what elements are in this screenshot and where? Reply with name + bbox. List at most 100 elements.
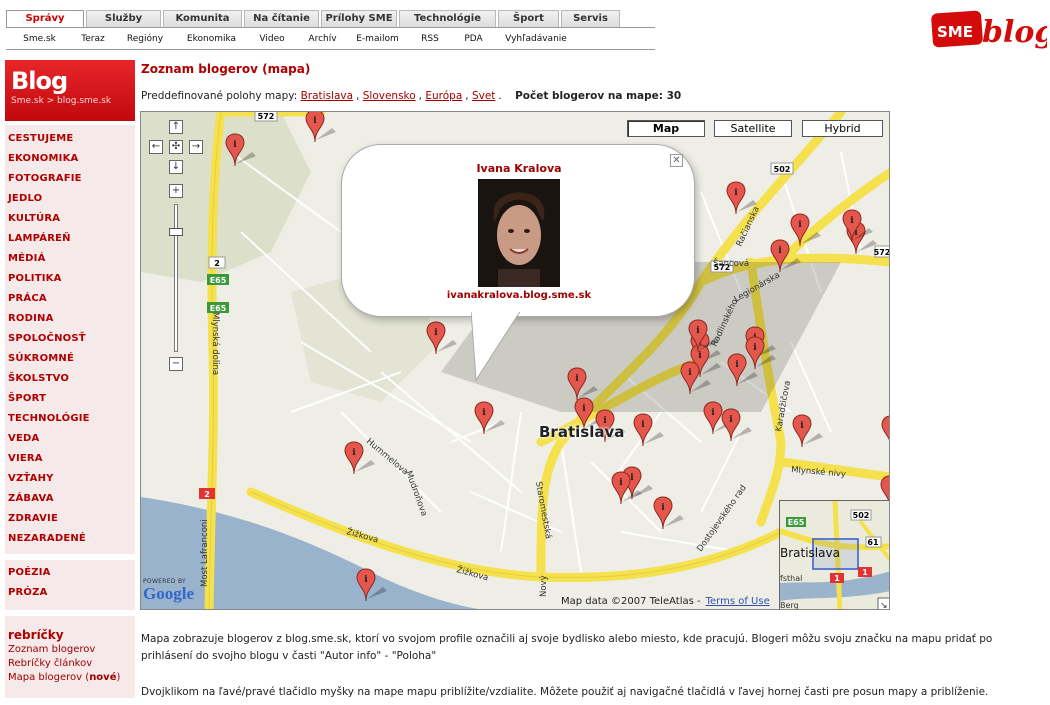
link-mapa-blogerov[interactable]: Mapa blogerov (nové): [8, 671, 132, 685]
blogger-photo: [478, 179, 560, 287]
category-spolocnost[interactable]: SPOLOČNOSŤ: [5, 329, 135, 349]
category-media[interactable]: MÉDIÁ: [5, 249, 135, 269]
category-poezia[interactable]: POÉZIA: [5, 563, 135, 583]
svg-text:i: i: [313, 116, 317, 126]
road-number-e65: E65: [210, 276, 227, 285]
tab-spravy[interactable]: Správy: [6, 10, 84, 27]
rebricky-heading: rebríčky: [8, 628, 64, 642]
category-sukromne[interactable]: SÚKROMNÉ: [5, 349, 135, 369]
link-zoznam-blogerov[interactable]: Zoznam blogerov: [8, 643, 132, 657]
pan-right-button[interactable]: →: [189, 140, 203, 154]
presets-label: Preddefinované polohy mapy:: [141, 90, 298, 102]
minimap-e65: E65: [788, 518, 805, 527]
svg-text:i: i: [711, 408, 715, 418]
subnav-sme[interactable]: Sme.sk: [6, 30, 73, 49]
preset-slovensko[interactable]: Slovensko: [363, 90, 416, 102]
zoom-slider[interactable]: [174, 204, 178, 352]
category-zdravie[interactable]: ZDRAVIE: [5, 509, 135, 529]
preset-bratislava[interactable]: Bratislava: [301, 90, 353, 102]
subnav-pda[interactable]: PDA: [452, 30, 495, 49]
svg-text:i: i: [661, 503, 665, 513]
category-praca[interactable]: PRÁCA: [5, 289, 135, 309]
minimap-berg: Berg: [780, 601, 799, 610]
zoom-in-button[interactable]: +: [169, 184, 183, 198]
svg-text:i: i: [630, 473, 634, 483]
zoom-slider-handle[interactable]: [169, 228, 183, 236]
subnav-vyhladavanie[interactable]: Vyhľadávanie: [495, 30, 577, 49]
tab-komunita[interactable]: Komunita: [163, 10, 242, 27]
top-tabs: Správy Služby Komunita Na čítanie Príloh…: [6, 10, 622, 27]
pan-center-button[interactable]: ✣: [169, 140, 183, 154]
subnav-ekonomika[interactable]: Ekonomika: [177, 30, 246, 49]
zoom-out-button[interactable]: −: [169, 357, 183, 371]
link-rebricky-clankov[interactable]: Rebríčky článkov: [8, 657, 132, 671]
svg-text:i: i: [729, 415, 733, 425]
info-window-tail: [471, 310, 523, 382]
street-most-lafranconi: Most Lafranconi: [200, 519, 210, 587]
category-sport[interactable]: ŠPORT: [5, 389, 135, 409]
tab-sport[interactable]: Šport: [498, 10, 559, 27]
road-number-2: 2: [214, 259, 220, 268]
sme-blog-logo[interactable]: SME blog: [930, 8, 1047, 58]
blog-title[interactable]: Blog: [11, 68, 129, 94]
category-proza[interactable]: PRÓZA: [5, 583, 135, 603]
tab-sluzby[interactable]: Služby: [86, 10, 161, 27]
category-vztahy[interactable]: VZŤAHY: [5, 469, 135, 489]
overview-minimap[interactable]: E65 502 61 1 1 Bratislava fsthal Berg ↘: [779, 500, 889, 610]
svg-text:i: i: [753, 343, 757, 353]
svg-text:i: i: [698, 351, 702, 361]
pan-down-button[interactable]: ↓: [169, 160, 183, 174]
page-title: Zoznam blogerov (mapa): [141, 62, 311, 76]
road-number-2-red: 2: [204, 490, 210, 499]
map-type-satellite-button[interactable]: Satellite: [714, 120, 792, 137]
tab-servis[interactable]: Servis: [561, 10, 620, 27]
preset-europa[interactable]: Európa: [425, 90, 462, 102]
category-skolstvo[interactable]: ŠKOLSTVO: [5, 369, 135, 389]
terms-of-use-link[interactable]: Terms of Use: [706, 596, 770, 607]
category-ekonomika[interactable]: EKONOMIKA: [5, 149, 135, 169]
svg-text:i: i: [482, 408, 486, 418]
subnav-emailom[interactable]: E-mailom: [347, 30, 408, 49]
map-type-hybrid-button[interactable]: Hybrid: [802, 120, 883, 137]
info-window-name: Ivana Kralova: [476, 162, 562, 175]
svg-text:i: i: [888, 482, 890, 492]
google-logo[interactable]: POWERED BY Google: [143, 578, 197, 608]
minimap-road-1b: 1: [862, 568, 868, 577]
tab-technologie[interactable]: Technológie: [399, 10, 496, 27]
category-cestujeme[interactable]: CESTUJEME: [5, 129, 135, 149]
map-type-map-button[interactable]: Map: [627, 120, 705, 137]
breadcrumb[interactable]: Sme.sk > blog.sme.sk: [11, 96, 129, 106]
category-kultura[interactable]: KULTÚRA: [5, 209, 135, 229]
map-instructions: Dvojklikom na ľavé/pravé tlačidlo myšky …: [141, 686, 989, 698]
subnav-video[interactable]: Video: [246, 30, 298, 49]
category-rodina[interactable]: RODINA: [5, 309, 135, 329]
category-lamparen[interactable]: LAMPÁREŇ: [5, 229, 135, 249]
svg-text:i: i: [364, 575, 368, 585]
category-technologie[interactable]: TECHNOLÓGIE: [5, 409, 135, 429]
blogger-map[interactable]: 572 502 572 572 2 E65 E65 2 Šancová Legi…: [140, 111, 890, 610]
minimap-fsthal: fsthal: [780, 574, 802, 583]
subnav-rss[interactable]: RSS: [408, 30, 452, 49]
category-jedlo[interactable]: JEDLO: [5, 189, 135, 209]
blog-link[interactable]: ivanakralova.blog.sme.sk: [342, 290, 696, 301]
category-viera[interactable]: VIERA: [5, 449, 135, 469]
category-veda[interactable]: VEDA: [5, 429, 135, 449]
category-nezaradene[interactable]: NEZARADENÉ: [5, 529, 135, 549]
category-zabava[interactable]: ZÁBAVA: [5, 489, 135, 509]
preset-svet[interactable]: Svet: [472, 90, 495, 102]
pan-left-button[interactable]: ←: [149, 140, 163, 154]
subnav-archiv[interactable]: Archív: [298, 30, 347, 49]
svg-text:i: i: [778, 246, 782, 256]
category-fotografie[interactable]: FOTOGRAFIE: [5, 169, 135, 189]
road-number-502: 502: [774, 165, 791, 174]
minimap-61: 61: [867, 538, 879, 547]
info-window: ✕ Ivana Kralova ivanakralova.blog.sme.sk: [341, 144, 695, 317]
subnav-teraz[interactable]: Teraz: [73, 30, 113, 49]
tab-na-citanie[interactable]: Na čítanie: [244, 10, 319, 27]
pan-up-button[interactable]: ↑: [169, 120, 183, 134]
subnav-regiony[interactable]: Regióny: [113, 30, 177, 49]
category-politika[interactable]: POLITIKA: [5, 269, 135, 289]
svg-text:i: i: [619, 478, 623, 488]
map-description: Mapa zobrazuje blogerov z blog.sme.sk, k…: [141, 633, 993, 662]
tab-prilohy-sme[interactable]: Prílohy SME: [321, 10, 397, 27]
